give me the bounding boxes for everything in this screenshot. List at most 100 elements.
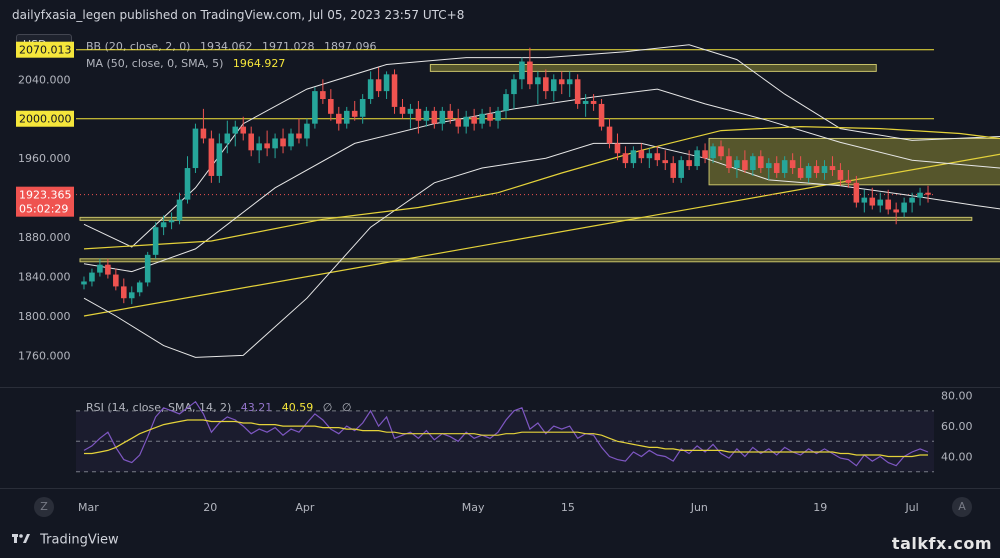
candle-body — [726, 156, 732, 169]
y-tick-label: 1880.000 — [18, 231, 71, 244]
candle-body — [359, 99, 366, 117]
candle — [455, 108, 462, 134]
candle — [431, 106, 438, 129]
candle-body — [200, 128, 207, 139]
candle-body — [224, 133, 231, 144]
x-tick-label: Mar — [78, 501, 99, 514]
candle-body — [758, 156, 764, 169]
candle — [184, 156, 191, 204]
candle — [89, 268, 95, 287]
candle-body — [144, 254, 151, 283]
candle-body — [184, 168, 191, 200]
candle-body — [574, 79, 581, 104]
candle-body — [160, 222, 167, 228]
candle — [248, 126, 254, 157]
candle-body — [240, 126, 247, 134]
candle-body — [543, 77, 549, 92]
candle — [543, 69, 549, 100]
candle-body — [646, 153, 653, 159]
y-tick-label: 1960.000 — [18, 152, 71, 165]
x-tick-label: 20 — [203, 501, 217, 514]
y-tick-label: 1800.000 — [18, 310, 71, 323]
candle-body — [136, 282, 143, 293]
candle-body — [742, 160, 748, 171]
candle-body — [550, 79, 557, 92]
candle-body — [829, 166, 836, 171]
candle-body — [216, 143, 223, 176]
candle — [367, 71, 374, 104]
candle — [232, 120, 239, 147]
candle — [407, 103, 414, 129]
candle-body — [439, 110, 446, 124]
candle — [121, 278, 127, 304]
candle-body — [447, 110, 454, 119]
candle — [686, 150, 692, 171]
candle-body — [383, 74, 390, 92]
candle — [113, 268, 119, 291]
candle-body — [113, 274, 119, 287]
candle — [415, 100, 422, 134]
candle — [487, 106, 493, 127]
candle-body — [208, 138, 215, 176]
candle-body — [232, 126, 239, 134]
candle-body — [121, 286, 127, 299]
candle-body — [630, 150, 637, 164]
candle-body — [527, 61, 533, 85]
candle-body — [781, 160, 788, 173]
candle-body — [351, 110, 358, 117]
x-tick-label: Jun — [690, 501, 708, 514]
candle — [335, 106, 342, 131]
candle — [192, 123, 199, 173]
candle — [646, 148, 653, 169]
candle — [208, 130, 215, 183]
candle-body — [375, 79, 382, 92]
candle — [654, 146, 661, 167]
y-tick-label: 1760.000 — [18, 349, 71, 362]
price-chart[interactable]: 2040.0001960.0001920.0001880.0001840.000… — [0, 0, 1000, 558]
candle-body — [710, 146, 716, 159]
candle-body — [503, 94, 509, 111]
candle-body — [519, 61, 525, 80]
candle — [670, 156, 677, 183]
y-tick-label: 1840.000 — [18, 271, 71, 284]
candle-body — [773, 163, 780, 173]
candle — [630, 146, 637, 169]
candle-body — [152, 227, 159, 255]
last-price-label: 1923.365 — [19, 189, 72, 202]
candle-body — [718, 146, 724, 157]
candle-body — [176, 199, 183, 221]
candle-body — [304, 123, 310, 139]
watermark: talkfx.com — [891, 534, 992, 553]
candle — [176, 192, 183, 225]
candle-body — [909, 197, 915, 203]
footer-brand-label: TradingView — [40, 532, 119, 548]
candle-body — [821, 166, 828, 173]
candle-body — [734, 160, 740, 169]
x-tick-label: 19 — [813, 501, 827, 514]
candle-body — [885, 199, 891, 210]
log-scale-button[interactable]: Z — [34, 497, 54, 517]
candle-body — [535, 77, 541, 85]
candle-body — [686, 160, 692, 167]
candle-body — [869, 197, 876, 206]
candle — [917, 187, 923, 206]
candle — [136, 280, 143, 297]
candle-body — [511, 79, 517, 95]
candle-body — [694, 150, 700, 167]
candle — [519, 57, 525, 90]
candle — [702, 143, 708, 164]
candle-body — [765, 163, 772, 169]
candle — [391, 69, 398, 114]
candle — [351, 100, 358, 121]
candle — [598, 99, 605, 131]
candle — [574, 74, 581, 109]
candle — [399, 99, 406, 119]
x-tick-label: May — [462, 501, 485, 514]
zone-3 — [79, 258, 1000, 263]
candle-body — [479, 113, 485, 124]
candle — [901, 197, 907, 218]
candle — [328, 89, 334, 121]
auto-scale-button[interactable]: A — [952, 497, 972, 517]
candle-body — [89, 272, 95, 282]
candle-body — [917, 192, 923, 198]
